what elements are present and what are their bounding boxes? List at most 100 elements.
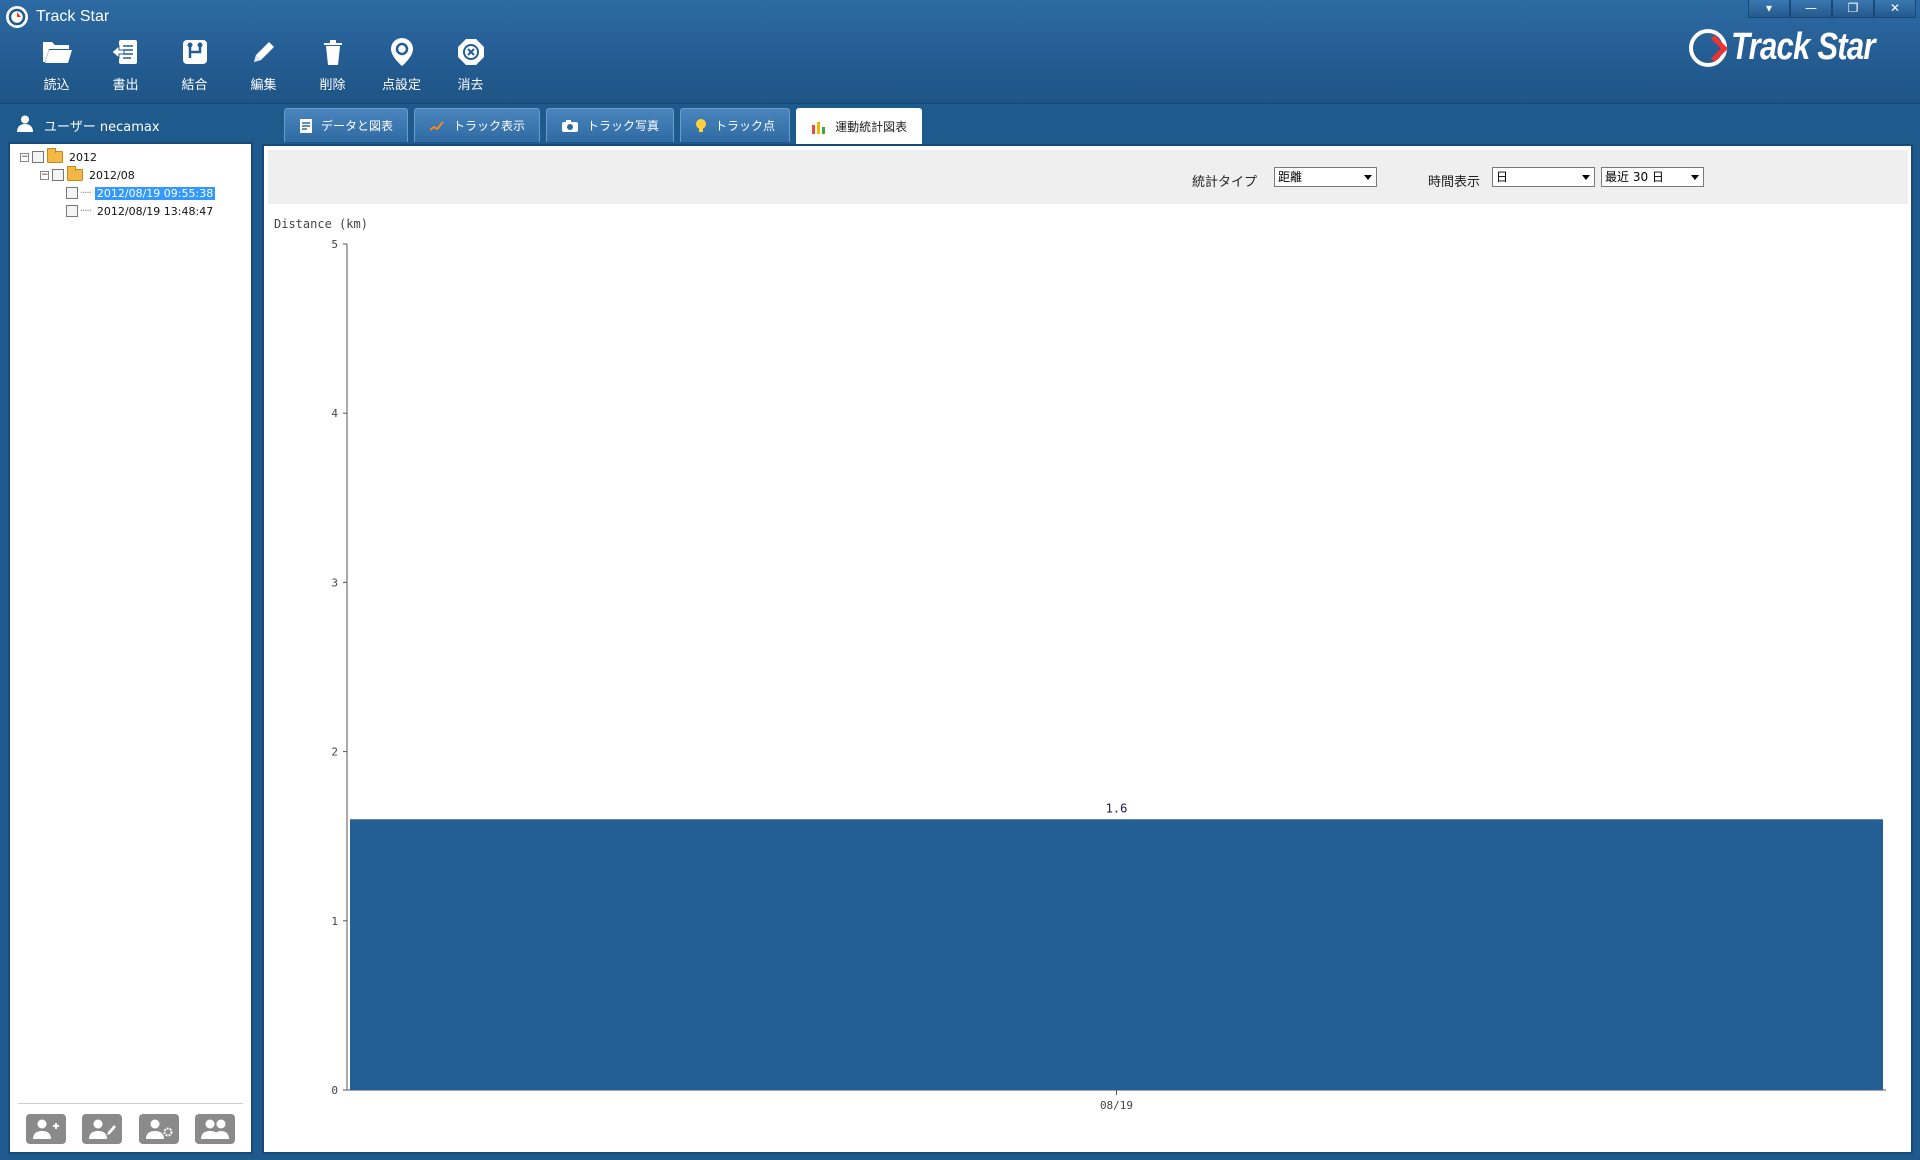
title-row: Track Star <box>6 5 109 29</box>
brand-text: Track Star <box>1730 26 1875 68</box>
track-tree-panel: − 2012 − 2012/08 ····· 2012/08/19 09:55:… <box>8 142 253 1154</box>
track-checkbox[interactable] <box>66 187 78 199</box>
tree-node-track[interactable]: ····· 2012/08/19 13:48:47 <box>20 202 215 220</box>
month-checkbox[interactable] <box>52 169 64 181</box>
y-axis-label: Distance (km) <box>274 217 368 231</box>
tab-data-and-charts[interactable]: データと図表 <box>284 108 409 142</box>
track-label[interactable]: 2012/08/19 09:55:38 <box>94 186 216 200</box>
chart-svg: Distance (km) 0 1 2 3 4 5 1.6 08/19 <box>274 217 1886 1112</box>
collapse-icon[interactable]: − <box>20 152 29 162</box>
export-button[interactable]: 書出 <box>91 34 160 93</box>
window-controls: ▾ — ❐ ✕ <box>1748 0 1916 18</box>
stat-type-select[interactable]: 距離 <box>1274 167 1377 187</box>
load-button[interactable]: 読込 <box>22 34 91 93</box>
year-label[interactable]: 2012 <box>67 151 99 164</box>
tree-node-track[interactable]: ····· 2012/08/19 09:55:38 <box>20 184 216 202</box>
bar-chart-icon <box>811 120 827 134</box>
tree-connector: ····· <box>80 205 92 217</box>
y-tick-label: 3 <box>331 576 338 589</box>
camera-icon <box>561 119 579 133</box>
date-range-select[interactable]: 最近 30 日 <box>1601 167 1704 187</box>
tab-label: 運動統計図表 <box>835 120 908 134</box>
track-checkbox[interactable] <box>66 205 78 217</box>
export-icon <box>108 34 144 70</box>
year-checkbox[interactable] <box>32 151 44 163</box>
edit-label: 編集 <box>250 78 277 93</box>
tab-label: データと図表 <box>321 119 394 133</box>
user-settings-button[interactable] <box>138 1114 179 1144</box>
chevron-down-icon <box>1364 175 1372 180</box>
bulb-icon <box>695 118 707 134</box>
add-user-button[interactable] <box>26 1114 66 1144</box>
track-tree: − 2012 − 2012/08 ····· 2012/08/19 09:55:… <box>20 148 216 220</box>
x-tick-label: 08/19 <box>1100 1099 1133 1112</box>
time-display-label: 時間表示 <box>1428 175 1481 190</box>
pencil-icon <box>246 34 282 70</box>
app-logo-icon <box>6 6 28 28</box>
track-label[interactable]: 2012/08/19 13:48:47 <box>95 205 215 218</box>
bar-data-label: 1.6 <box>1106 801 1128 815</box>
merge-icon <box>177 34 213 70</box>
clear-button[interactable]: 消去 <box>436 34 505 93</box>
chevron-down-icon <box>1582 175 1590 180</box>
delete-button[interactable]: 削除 <box>298 34 367 93</box>
map-pin-icon <box>384 34 420 70</box>
load-label: 読込 <box>43 78 70 93</box>
stat-type-value: 距離 <box>1278 170 1303 184</box>
folder-open-icon <box>39 34 75 70</box>
user-bar: ユーザー necamax <box>8 112 160 138</box>
minimize-button[interactable]: — <box>1790 0 1832 18</box>
tab-track-points[interactable]: トラック点 <box>680 108 791 142</box>
tree-connector: ····· <box>80 187 92 199</box>
users-button[interactable] <box>194 1114 235 1144</box>
folder-icon <box>67 166 83 181</box>
tab-track-photos[interactable]: トラック写真 <box>546 108 675 142</box>
trash-icon <box>315 34 351 70</box>
tab-track-view[interactable]: トラック表示 <box>414 108 541 142</box>
edit-user-icon <box>89 1119 117 1139</box>
brand-logo: Track Star <box>1688 26 1906 69</box>
view-tabs: データと図表 トラック表示 トラック写真 トラック点 運動統計図表 <box>284 108 928 144</box>
tab-label: トラック点 <box>715 119 776 133</box>
folder-icon <box>47 148 63 163</box>
menu-dropdown-button[interactable]: ▾ <box>1748 0 1790 18</box>
export-label: 書出 <box>112 78 139 93</box>
app-title: Track Star <box>36 8 110 25</box>
time-unit-value: 日 <box>1496 170 1509 184</box>
edit-button[interactable]: 編集 <box>229 34 298 93</box>
delete-label: 削除 <box>319 78 346 93</box>
add-user-icon <box>33 1119 59 1139</box>
app-header: Track Star ▾ — ❐ ✕ Track Star 読込 書出 結合 編… <box>0 0 1920 104</box>
y-tick-label: 2 <box>331 746 338 759</box>
users-icon <box>200 1119 229 1139</box>
month-label[interactable]: 2012/08 <box>87 169 137 182</box>
merge-button[interactable]: 結合 <box>160 34 229 93</box>
time-unit-select[interactable]: 日 <box>1492 167 1595 187</box>
collapse-icon[interactable]: − <box>40 170 49 180</box>
tab-exercise-stats[interactable]: 運動統計図表 <box>796 108 923 144</box>
tab-label: トラック表示 <box>453 119 526 133</box>
user-settings-icon <box>145 1119 173 1139</box>
close-button[interactable]: ✕ <box>1874 0 1916 18</box>
tree-node-year[interactable]: − 2012 <box>20 148 215 166</box>
stats-panel: 統計タイプ 距離 時間表示 日 最近 30 日 Distance (km) 0 1 2… <box>262 144 1913 1154</box>
edit-user-button[interactable] <box>82 1114 123 1144</box>
chevron-down-icon <box>1691 175 1699 180</box>
merge-label: 結合 <box>181 78 208 93</box>
bar <box>350 819 1883 1090</box>
user-icon <box>16 114 34 136</box>
brand-compass-icon <box>1688 28 1727 67</box>
table-icon <box>299 118 313 134</box>
filter-bar: 統計タイプ 距離 時間表示 日 最近 30 日 <box>268 150 1908 204</box>
restore-button[interactable]: ❐ <box>1832 0 1874 18</box>
y-tick-label: 5 <box>331 238 338 251</box>
tree-node-month[interactable]: − 2012/08 <box>20 166 215 184</box>
user-actions-footer <box>18 1103 243 1144</box>
toolbar: 読込 書出 結合 編集 削除 点設定 消去 <box>22 34 505 93</box>
y-tick-label: 4 <box>331 407 338 420</box>
point-settings-label: 点設定 <box>381 78 421 93</box>
distance-chart: Distance (km) 0 1 2 3 4 5 1.6 08/19 <box>264 206 1911 1152</box>
point-settings-button[interactable]: 点設定 <box>367 34 436 93</box>
y-tick-label: 1 <box>331 915 338 928</box>
clear-label: 消去 <box>457 78 484 93</box>
